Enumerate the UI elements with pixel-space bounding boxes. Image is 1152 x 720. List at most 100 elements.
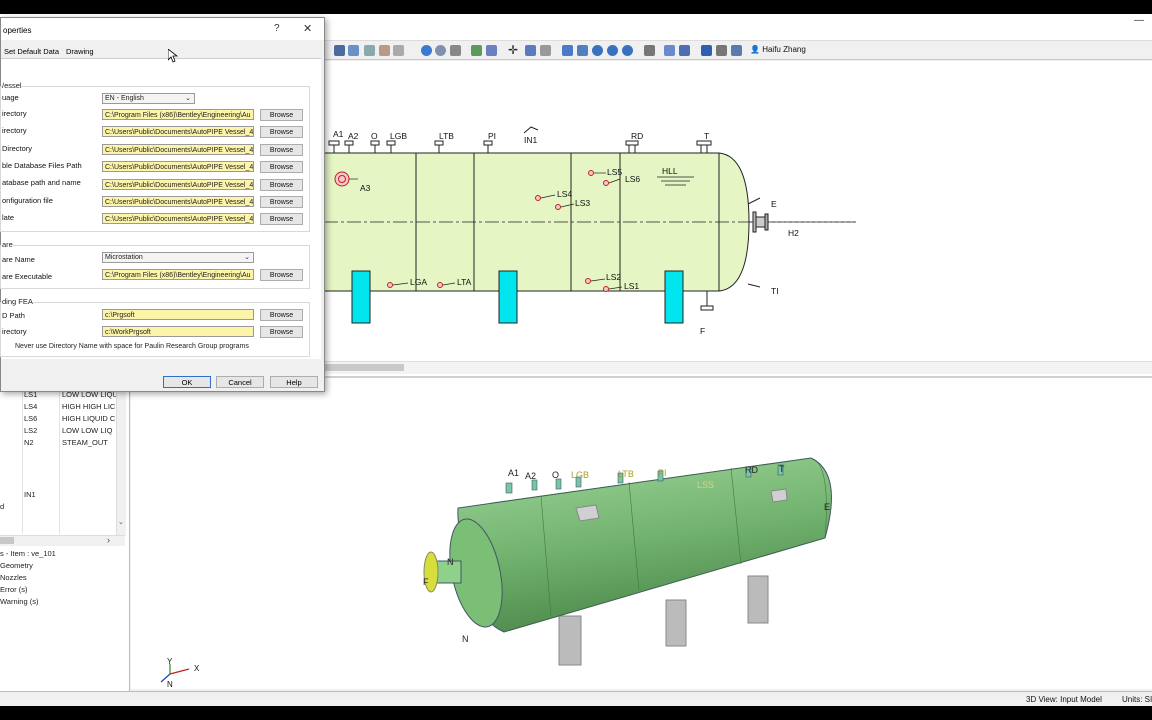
model-label: E [824, 502, 830, 512]
field-label: onfiguration file [2, 196, 53, 205]
path-field[interactable]: C:\Users\Public\Documents\AutoPIPE Vesse… [102, 126, 254, 137]
view-mode-status: 3D View: Input Model [1026, 695, 1102, 704]
field-label: ble Database Files Path [2, 161, 82, 170]
user-indicator[interactable]: 👤 Haifu Zhang [750, 45, 806, 54]
layout-icon[interactable] [679, 45, 690, 56]
tab-set-default-data[interactable]: Set Default Data [4, 47, 59, 56]
path-field[interactable]: c:\WorkPrgsoft [102, 326, 254, 337]
path-field[interactable]: c:\Prgsoft [102, 309, 254, 320]
path-field[interactable]: C:\Users\Public\Documents\AutoPIPE Vesse… [102, 179, 254, 190]
internal-label: LS3 [575, 198, 590, 208]
browse-button[interactable]: Browse [260, 161, 303, 173]
nozzle-label: RD [631, 131, 643, 141]
zoom-icon[interactable] [540, 45, 551, 56]
print-icon[interactable] [348, 45, 359, 56]
browse-button[interactable]: Browse [260, 109, 303, 121]
minimize-button[interactable]: — [1132, 14, 1146, 28]
model-label: LGB [571, 470, 589, 480]
group-label: are [2, 240, 13, 249]
drawing-horizontal-scrollbar[interactable] [324, 361, 1152, 374]
message-line: Error (s) [0, 585, 28, 594]
save-icon[interactable] [334, 45, 345, 56]
path-field[interactable]: C:\Users\Public\Documents\AutoPIPE Vesse… [102, 144, 254, 155]
drawing-2d-view[interactable]: A1 A2 O LGB LTB PI IN1 RD T A3 LS5 LS6 H… [324, 61, 1152, 378]
browse-button[interactable]: Browse [260, 213, 303, 225]
window-icon[interactable] [644, 45, 655, 56]
scroll-thumb[interactable] [324, 364, 404, 371]
hand-icon[interactable] [379, 45, 390, 56]
field-label: irectory [2, 109, 27, 118]
chevron-down-icon[interactable]: ⌄ [118, 518, 124, 526]
tab-drawing[interactable]: Drawing [66, 47, 94, 56]
group-label: /essel [2, 81, 22, 90]
browse-button[interactable]: Browse [260, 144, 303, 156]
report-icon[interactable] [701, 45, 712, 56]
chart-icon[interactable] [731, 45, 742, 56]
chevron-right-icon[interactable]: › [107, 535, 110, 545]
nozzle-label: A1 [333, 129, 344, 139]
vessel-group [0, 86, 310, 232]
nozzle-id: N2 [24, 438, 34, 447]
rotate-right-icon[interactable] [622, 45, 633, 56]
dialog-title-bar[interactable]: operties ? ✕ [1, 18, 324, 40]
path-field[interactable]: C:\Users\Public\Documents\AutoPIPE Vesse… [102, 196, 254, 207]
rotate-left-icon[interactable] [607, 45, 618, 56]
cad-software-select[interactable]: Microstation ⌄ [102, 252, 254, 263]
path-field[interactable]: C:\Users\Public\Documents\AutoPIPE Vesse… [102, 161, 254, 172]
browse-button[interactable]: Browse [260, 196, 303, 208]
nozzle-desc: HIGH LIQUID C [62, 414, 116, 423]
vessel-2d-drawing: A1 A2 O LGB LTB PI IN1 RD T A3 LS5 LS6 H… [324, 126, 856, 336]
model-label: N [447, 557, 454, 567]
path-field[interactable]: C:\Program Files (x86)\Bentley\Engineeri… [102, 269, 254, 280]
browse-button[interactable]: Browse [260, 269, 303, 281]
close-icon[interactable]: ✕ [303, 22, 312, 35]
list-horizontal-scrollbar[interactable]: › [0, 535, 125, 546]
internal-label: LTA [457, 277, 472, 287]
application-window: — ✛ 👤 Haifu Zhang A1 A2 O LGB LTB PI IN1… [0, 14, 1152, 706]
right-label: TI [771, 286, 779, 296]
browse-button[interactable]: Browse [260, 309, 303, 321]
field-label: D Path [2, 311, 25, 320]
layer-icon[interactable] [471, 45, 482, 56]
globe-icon[interactable] [421, 45, 432, 56]
view-icon[interactable] [364, 45, 375, 56]
browse-button[interactable]: Browse [260, 179, 303, 191]
axis-label: N [167, 680, 173, 689]
gear-icon[interactable] [450, 45, 461, 56]
model-label: A2 [525, 471, 536, 481]
mouse-cursor [167, 48, 179, 65]
nozzle-label: IN1 [524, 135, 538, 145]
list-vertical-scrollbar[interactable]: ⌄ [116, 390, 126, 536]
pointer-icon[interactable] [562, 45, 573, 56]
orbit-icon[interactable] [592, 45, 603, 56]
directory-note: Never use Directory Name with space for … [15, 343, 249, 350]
sphere-icon[interactable] [435, 45, 446, 56]
path-field[interactable]: C:\Program Files (x86)\Bentley\Engineeri… [102, 109, 254, 120]
help-button[interactable]: Help [270, 376, 318, 388]
user-icon: 👤 [750, 45, 760, 54]
table-icon[interactable] [716, 45, 727, 56]
message-line: Nozzles [0, 573, 27, 582]
row-fragment: d [0, 502, 5, 511]
pan-icon[interactable] [577, 45, 588, 56]
nozzle-desc: LOW LOW LIQ [62, 426, 113, 435]
scroll-thumb[interactable] [0, 537, 14, 544]
internal-label: LS1 [624, 281, 639, 291]
ok-button[interactable]: OK [163, 376, 211, 388]
browse-button[interactable]: Browse [260, 126, 303, 138]
panel-icon[interactable] [664, 45, 675, 56]
internal-label: LS4 [557, 189, 572, 199]
path-field[interactable]: C:\Users\Public\Documents\AutoPIPE Vesse… [102, 213, 254, 224]
grid-icon[interactable] [486, 45, 497, 56]
cancel-button[interactable]: Cancel [216, 376, 264, 388]
language-select[interactable]: EN - English ⌄ [102, 93, 195, 104]
nozzle-label: T [704, 131, 709, 141]
shade-icon[interactable] [393, 45, 404, 56]
model-3d-view[interactable]: A1 A2 O LGB LTB PI LSS RD T E N F N Y X … [131, 378, 1152, 689]
rotate-icon[interactable] [525, 45, 536, 56]
move-icon[interactable]: ✛ [508, 44, 519, 56]
nozzle-id: LS2 [24, 426, 38, 435]
browse-button[interactable]: Browse [260, 326, 303, 338]
nozzle-label: A2 [348, 131, 359, 141]
help-icon[interactable]: ? [274, 23, 280, 34]
